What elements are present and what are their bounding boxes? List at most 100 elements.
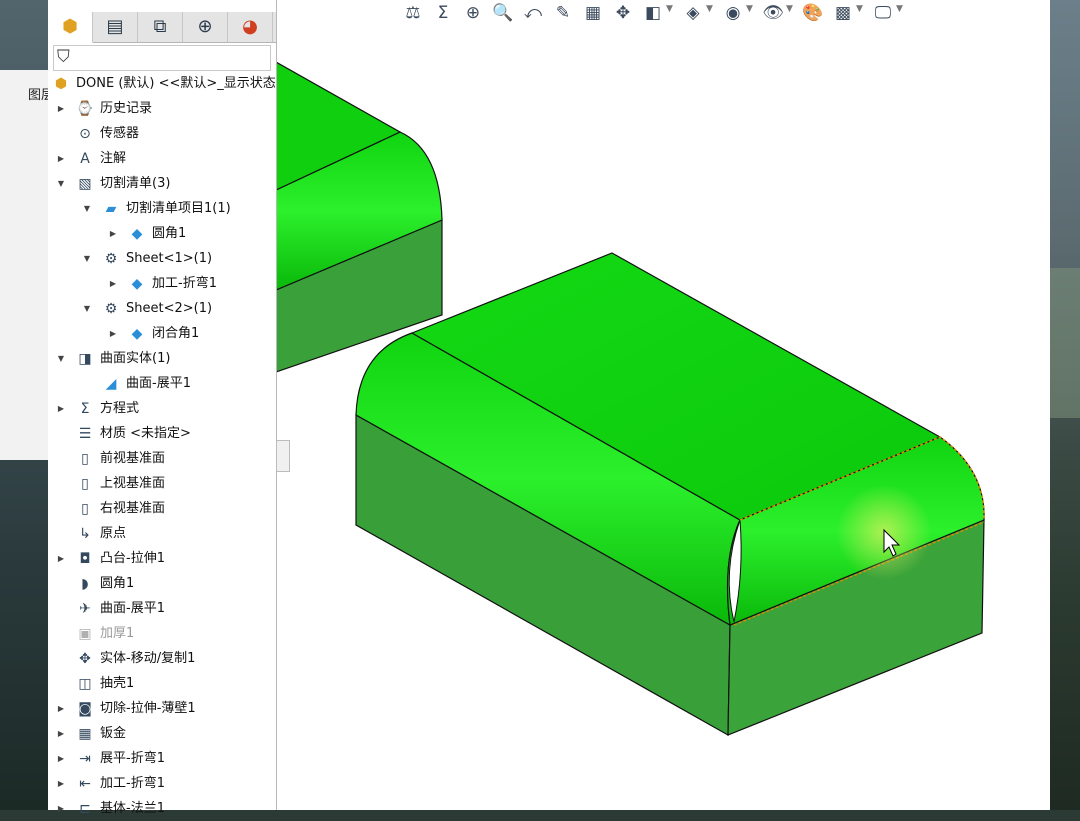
tree-item[interactable]: ↳ 原点 xyxy=(48,522,276,546)
chevron-right-icon[interactable]: ▶ xyxy=(56,797,66,821)
chevron-right-icon[interactable]: ▶ xyxy=(108,222,118,246)
chevron-down-icon[interactable]: ▼ xyxy=(666,4,673,14)
tree-item[interactable]: ▶ Σ 方程式 xyxy=(48,397,276,421)
monitor-icon[interactable]: 🖵 xyxy=(872,2,894,24)
chevron-right-icon[interactable]: ▶ xyxy=(56,747,66,771)
sheet-icon: ⚙ xyxy=(104,301,118,317)
display-style-icon[interactable]: ◧ xyxy=(642,2,664,24)
previous-view-icon[interactable]: ⤺ xyxy=(522,2,544,24)
dynamic-annotation-icon[interactable]: ▦ xyxy=(582,2,604,24)
display-manager-tab[interactable]: ◕ xyxy=(228,12,273,42)
tree-item[interactable]: ▶ ◆ 加工-折弯1 xyxy=(48,272,276,296)
panel-resize-grip[interactable] xyxy=(276,440,290,472)
surface-flatten-icon: ✈ xyxy=(79,601,91,617)
tree-item[interactable]: ▼ ⚙ Sheet<2>(1) xyxy=(48,297,276,321)
tree-item-label: 曲面-展平1 xyxy=(100,601,165,616)
chevron-down-icon[interactable]: ▼ xyxy=(56,172,66,196)
property-manager-tab[interactable]: ▤ xyxy=(93,12,138,42)
chevron-right-icon[interactable]: ▶ xyxy=(56,547,66,571)
zoom-area-icon[interactable]: 🔍 xyxy=(492,2,514,24)
chevron-right-icon[interactable]: ▶ xyxy=(108,322,118,346)
tree-item[interactable]: ▶ ▦ 钣金 xyxy=(48,722,276,746)
feature-filter[interactable]: ⛉ xyxy=(53,45,271,71)
tree-item[interactable]: ◫ 抽壳1 xyxy=(48,672,276,696)
tree-item[interactable]: ▼ ⚙ Sheet<1>(1) xyxy=(48,247,276,271)
tree-item[interactable]: ▶ ◘ 凸台-拉伸1 xyxy=(48,547,276,571)
tree-item-label: 加工-折弯1 xyxy=(152,276,217,291)
chevron-right-icon[interactable]: ▶ xyxy=(56,397,66,421)
scale-icon[interactable]: ⚖ xyxy=(402,2,424,24)
shadows-icon[interactable]: ▩ xyxy=(832,2,854,24)
chevron-down-icon[interactable]: ▼ xyxy=(896,4,903,14)
graphics-viewport[interactable] xyxy=(276,0,1050,810)
configuration-manager-tab[interactable]: ⧉ xyxy=(138,12,183,42)
tree-item[interactable]: ▯ 上视基准面 xyxy=(48,472,276,496)
edit-appearance-icon[interactable]: ◉ xyxy=(722,2,744,24)
tree-item[interactable]: ▶ ⇤ 加工-折弯1 xyxy=(48,772,276,796)
material-icon: ☰ xyxy=(78,426,92,442)
tree-item[interactable]: ▶ A 注解 xyxy=(48,147,276,171)
main-body[interactable] xyxy=(355,252,985,737)
sum-icon[interactable]: Σ xyxy=(432,2,454,24)
flatten-bend-icon: ⇥ xyxy=(79,751,91,767)
dimxpert-tab[interactable]: ⊕ xyxy=(183,12,228,42)
tree-item[interactable]: ▶ ⌚ 历史记录 xyxy=(48,97,276,121)
thicken-icon: ▣ xyxy=(78,626,92,642)
equation-icon: Σ xyxy=(80,401,90,417)
tree-item-label: 实体-移动/复制1 xyxy=(100,651,196,666)
sheet-metal-icon: ▦ xyxy=(78,726,92,742)
tree-item[interactable]: ▶ ◆ 闭合角1 xyxy=(48,322,276,346)
chevron-down-icon[interactable]: ▼ xyxy=(82,297,92,321)
plane-icon: ▯ xyxy=(81,501,89,517)
feature-manager-tab[interactable]: ⬢ xyxy=(48,12,93,43)
chevron-down-icon[interactable]: ▼ xyxy=(746,4,753,14)
tree-item[interactable]: ▼ ◨ 曲面实体(1) xyxy=(48,347,276,371)
tree-item[interactable]: ▣ 加厚1 xyxy=(48,622,276,646)
hide-show-icon[interactable]: ◈ xyxy=(682,2,704,24)
chevron-right-icon[interactable]: ▶ xyxy=(56,147,66,171)
realview-icon[interactable]: 🎨 xyxy=(802,2,824,24)
sheet-icon: ⚙ xyxy=(104,251,118,267)
tree-item[interactable]: ▼ ▧ 切割清单(3) xyxy=(48,172,276,196)
tree-item[interactable]: ☰ 材质 <未指定> xyxy=(48,422,276,446)
tree-item[interactable]: ▯ 前视基准面 xyxy=(48,447,276,471)
tree-item[interactable]: ◢ 曲面-展平1 xyxy=(48,372,276,396)
tree-item-label: 历史记录 xyxy=(100,101,153,116)
tree-item[interactable]: ⬢ DONE (默认) <<默认>_显示状态 xyxy=(48,72,276,96)
extrude-icon: ◘ xyxy=(79,551,91,567)
tree-item[interactable]: ▶ ◙ 切除-拉伸-薄壁1 xyxy=(48,697,276,721)
tree-item[interactable]: ▯ 右视基准面 xyxy=(48,497,276,521)
chevron-down-icon[interactable]: ▼ xyxy=(82,247,92,271)
tree-item[interactable]: ▶ ⇥ 展平-折弯1 xyxy=(48,747,276,771)
shell-icon: ◫ xyxy=(78,676,92,692)
tree-item[interactable]: ▶ ◆ 圆角1 xyxy=(48,222,276,246)
chevron-down-icon[interactable]: ▼ xyxy=(856,4,863,14)
model-view[interactable] xyxy=(276,0,1050,810)
tree-item[interactable]: ✈ 曲面-展平1 xyxy=(48,597,276,621)
tree-item-label: 注解 xyxy=(100,151,127,166)
tree-item[interactable]: ◗ 圆角1 xyxy=(48,572,276,596)
apply-scene-icon[interactable]: 👁 xyxy=(762,2,784,24)
tree-item-label: 材质 <未指定> xyxy=(100,426,191,441)
chevron-right-icon[interactable]: ▶ xyxy=(56,772,66,796)
tree-item-label: 切除-拉伸-薄壁1 xyxy=(100,701,196,716)
zoom-fit-icon[interactable]: ⊕ xyxy=(462,2,484,24)
chevron-right-icon[interactable]: ▶ xyxy=(56,697,66,721)
chevron-down-icon[interactable]: ▼ xyxy=(56,347,66,371)
view-orientation-icon[interactable]: ✥ xyxy=(612,2,634,24)
tree-item[interactable]: ⊙ 传感器 xyxy=(48,122,276,146)
part-icon: ⬢ xyxy=(62,16,78,37)
chevron-right-icon[interactable]: ▶ xyxy=(56,722,66,746)
crosshair-icon: ⊕ xyxy=(197,16,213,37)
tree-item[interactable]: ▼ ▰ 切割清单项目1(1) xyxy=(48,197,276,221)
chevron-down-icon[interactable]: ▼ xyxy=(786,4,793,14)
tree-item[interactable]: ✥ 实体-移动/复制1 xyxy=(48,647,276,671)
chevron-right-icon[interactable]: ▶ xyxy=(56,97,66,121)
chevron-down-icon[interactable]: ▼ xyxy=(82,197,92,221)
chevron-right-icon[interactable]: ▶ xyxy=(108,272,118,296)
chevron-down-icon[interactable]: ▼ xyxy=(706,4,713,14)
annotation-icon: A xyxy=(80,151,90,167)
filter-icon[interactable]: ⛉ xyxy=(57,47,70,67)
tree-item[interactable]: ▶ ⊏ 基体-法兰1 xyxy=(48,797,276,821)
section-view-icon[interactable]: ✎ xyxy=(552,2,574,24)
